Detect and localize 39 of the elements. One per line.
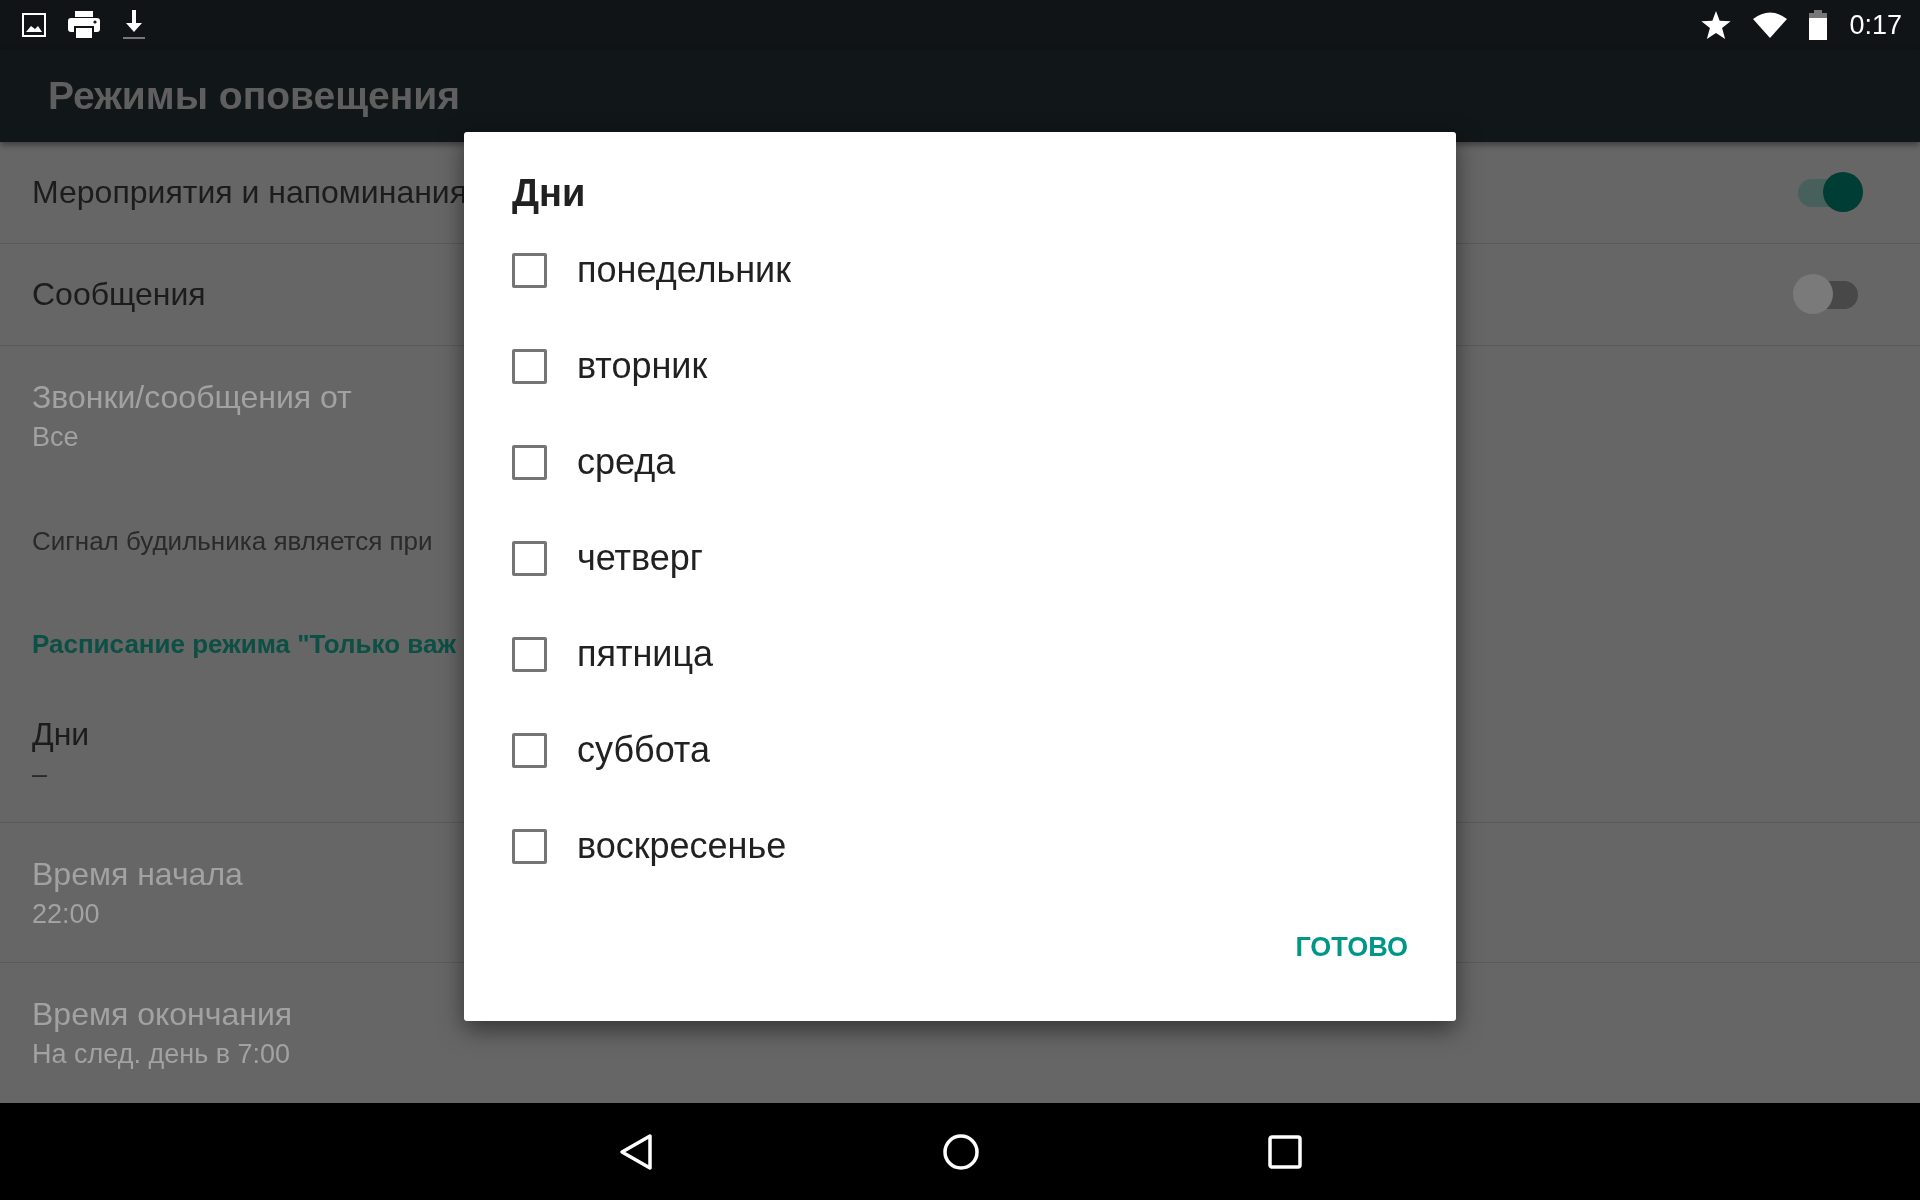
printer-icon — [68, 11, 100, 39]
checkbox[interactable] — [512, 252, 547, 288]
checkbox[interactable] — [512, 348, 547, 384]
day-label: понедельник — [577, 249, 791, 291]
day-label: пятница — [577, 633, 714, 675]
done-button[interactable]: ГОТОВО — [1295, 922, 1408, 973]
clock-time: 0:17 — [1849, 9, 1902, 41]
setting-title: Звонки/сообщения от — [32, 378, 352, 416]
setting-title: Дни — [32, 715, 90, 753]
setting-summary: На след. день в 7:00 — [32, 1038, 291, 1070]
setting-title: Время начала — [32, 855, 243, 893]
checkbox[interactable] — [512, 540, 547, 576]
checkbox[interactable] — [512, 636, 547, 672]
image-icon — [22, 13, 46, 37]
star-icon — [1701, 11, 1732, 39]
dialog-title: Дни — [512, 172, 586, 215]
setting-summary: 22:00 — [32, 898, 100, 930]
download-icon — [122, 10, 146, 40]
setting-text: Сигнал будильника является при — [32, 526, 433, 557]
section-header: Расписание режима "Только важ — [32, 629, 456, 660]
checkbox[interactable] — [512, 828, 547, 864]
recents-icon[interactable] — [1268, 1134, 1302, 1169]
battery-icon — [1809, 10, 1828, 40]
setting-title: Время окончания — [32, 995, 293, 1033]
setting-title: Сообщения — [32, 276, 206, 313]
setting-summary: – — [32, 758, 48, 790]
checkbox[interactable] — [512, 444, 547, 480]
day-label: четверг — [577, 537, 703, 579]
day-label: среда — [577, 441, 676, 483]
setting-summary: Все — [32, 421, 79, 453]
day-label: суббота — [577, 729, 710, 771]
checkbox[interactable] — [512, 732, 547, 768]
setting-title: Мероприятия и напоминания — [32, 174, 468, 211]
back-icon[interactable] — [618, 1132, 654, 1171]
screen-title: Режимы оповещения — [48, 74, 461, 118]
day-label: воскресенье — [577, 825, 787, 867]
day-label: вторник — [577, 345, 708, 387]
home-icon[interactable] — [942, 1132, 980, 1171]
wifi-icon — [1753, 12, 1788, 38]
